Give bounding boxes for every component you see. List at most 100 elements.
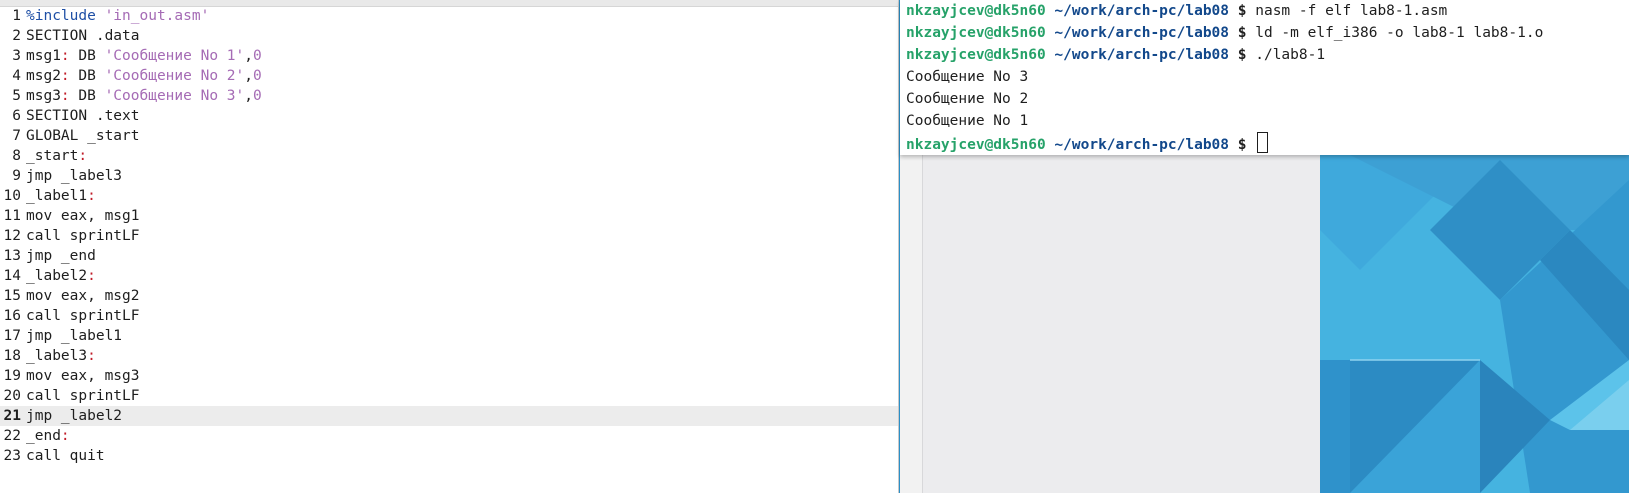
code-line[interactable]: 22 _end:: [0, 426, 899, 446]
prompt-user-host: nkzayjcev@dk5n60: [906, 47, 1046, 63]
terminal-command: ld -m elf_i386 -o lab8-1 lab8-1.o: [1255, 25, 1544, 41]
line-number: 13: [3, 248, 21, 264]
code-text: call sprintLF: [26, 386, 140, 406]
code-token: _end: [26, 428, 61, 444]
terminal-prompt-line: nkzayjcev@dk5n60 ~/work/arch-pc/lab08 $ …: [900, 0, 1629, 22]
code-text: jmp _label1: [26, 326, 122, 346]
code-editor-window[interactable]: 1 %include 'in_out.asm' 2 SECTION .data 3 msg…: [0, 0, 899, 493]
code-line[interactable]: 4 msg2: DB 'Сообщение No 2',0: [0, 66, 899, 86]
line-number: 18: [3, 348, 21, 364]
code-token: :: [60, 428, 70, 444]
prompt-path: ~/work/arch-pc/lab08: [1054, 25, 1230, 41]
code-line[interactable]: 1 %include 'in_out.asm': [0, 6, 899, 26]
code-token: %include: [26, 8, 105, 24]
code-line[interactable]: 16 call sprintLF: [0, 306, 899, 326]
line-number: 21: [3, 408, 21, 424]
code-text: jmp _end: [26, 246, 96, 266]
code-line[interactable]: 2 SECTION .data: [0, 26, 899, 46]
prompt-symbol: $: [1237, 137, 1247, 153]
code-line[interactable]: 14 _label2:: [0, 266, 899, 286]
code-token: mov eax, msg1: [26, 208, 140, 224]
code-text: %include 'in_out.asm': [26, 6, 209, 26]
code-text: mov eax, msg2: [26, 286, 140, 306]
code-line[interactable]: 9 jmp _label3: [0, 166, 899, 186]
prompt-symbol: $: [1237, 47, 1247, 63]
code-line[interactable]: 6 SECTION .text: [0, 106, 899, 126]
code-token: _label1: [26, 188, 88, 204]
editor-border: [898, 0, 899, 493]
code-line[interactable]: 15 mov eax, msg2: [0, 286, 899, 306]
code-token: :: [60, 68, 70, 84]
code-token: :: [78, 148, 88, 164]
code-token: 'Сообщение No 2': [104, 68, 245, 84]
prompt-path: ~/work/arch-pc/lab08: [1054, 47, 1230, 63]
code-line[interactable]: 21 jmp _label2: [0, 406, 899, 426]
code-token: DB: [69, 48, 105, 64]
line-number: 11: [3, 208, 21, 224]
code-line[interactable]: 3 msg1: DB 'Сообщение No 1',0: [0, 46, 899, 66]
code-line[interactable]: 7 GLOBAL _start: [0, 126, 899, 146]
code-text: msg1: DB 'Сообщение No 1',0: [26, 46, 262, 66]
code-text: msg2: DB 'Сообщение No 2',0: [26, 66, 262, 86]
code-token: :: [87, 188, 96, 204]
desktop-panel-divider: [922, 150, 923, 493]
code-area[interactable]: 1 %include 'in_out.asm' 2 SECTION .data 3 msg…: [0, 6, 899, 466]
line-number: 16: [3, 308, 21, 324]
line-number: 8: [12, 148, 21, 164]
terminal-command: nasm -f elf lab8-1.asm: [1255, 3, 1448, 19]
code-line[interactable]: 12 call sprintLF: [0, 226, 899, 246]
code-text: SECTION .text: [26, 106, 140, 126]
code-text: SECTION .data: [26, 26, 140, 46]
code-token: :: [87, 268, 96, 284]
code-line[interactable]: 20 call sprintLF: [0, 386, 899, 406]
terminal-cursor[interactable]: [1257, 132, 1269, 153]
code-line[interactable]: 13 jmp _end: [0, 246, 899, 266]
code-token: msg2: [26, 68, 61, 84]
code-token: :: [60, 88, 70, 104]
code-token: msg1: [26, 48, 61, 64]
code-token: SECTION .data: [26, 28, 140, 44]
line-number: 19: [3, 368, 21, 384]
code-text: jmp _label2: [26, 406, 122, 426]
terminal-output-line: Сообщение No 1: [900, 110, 1629, 132]
code-token: mov eax, msg3: [26, 368, 140, 384]
terminal-command: ./lab8-1: [1255, 47, 1326, 63]
terminal-output-text: Сообщение No 1: [906, 113, 1029, 129]
code-token: _label3: [26, 348, 88, 364]
code-token: jmp _label2: [26, 408, 123, 424]
code-token: call quit: [26, 448, 105, 464]
code-token: 'in_out.asm': [104, 8, 210, 24]
code-token: _label2: [26, 268, 88, 284]
code-text: _end:: [26, 426, 70, 446]
code-line[interactable]: 17 jmp _label1: [0, 326, 899, 346]
terminal-output-text: Сообщение No 3: [906, 69, 1029, 85]
code-line[interactable]: 18 _label3:: [0, 346, 899, 366]
terminal-output-text: Сообщение No 2: [906, 91, 1029, 107]
code-token: 0: [253, 68, 262, 84]
terminal-window[interactable]: nkzayjcev@dk5n60 ~/work/arch-pc/lab08 $ …: [900, 0, 1629, 155]
code-line[interactable]: 11 mov eax, msg1: [0, 206, 899, 226]
code-line[interactable]: 19 mov eax, msg3: [0, 366, 899, 386]
code-token: call sprintLF: [26, 228, 140, 244]
line-number: 15: [3, 288, 21, 304]
line-number: 17: [3, 328, 21, 344]
code-token: GLOBAL _start: [26, 128, 140, 144]
code-text: mov eax, msg3: [26, 366, 140, 386]
prompt-path: ~/work/arch-pc/lab08: [1054, 137, 1230, 153]
code-token: :: [60, 48, 70, 64]
line-number: 1: [12, 8, 21, 24]
code-line[interactable]: 5 msg3: DB 'Сообщение No 3',0: [0, 86, 899, 106]
line-number: 3: [12, 48, 21, 64]
code-token: 'Сообщение No 1': [104, 48, 245, 64]
code-token: DB: [69, 88, 105, 104]
terminal-prompt-line: nkzayjcev@dk5n60 ~/work/arch-pc/lab08 $ …: [900, 22, 1629, 44]
code-line[interactable]: 8 _start:: [0, 146, 899, 166]
code-token: jmp _end: [26, 248, 96, 264]
code-token: mov eax, msg2: [26, 288, 140, 304]
code-line[interactable]: 23 call quit: [0, 446, 899, 466]
terminal-output-line: Сообщение No 3: [900, 66, 1629, 88]
code-line[interactable]: 10 _label1:: [0, 186, 899, 206]
code-text: call quit: [26, 446, 105, 466]
code-token: _start: [26, 148, 79, 164]
line-number: 4: [12, 68, 21, 84]
